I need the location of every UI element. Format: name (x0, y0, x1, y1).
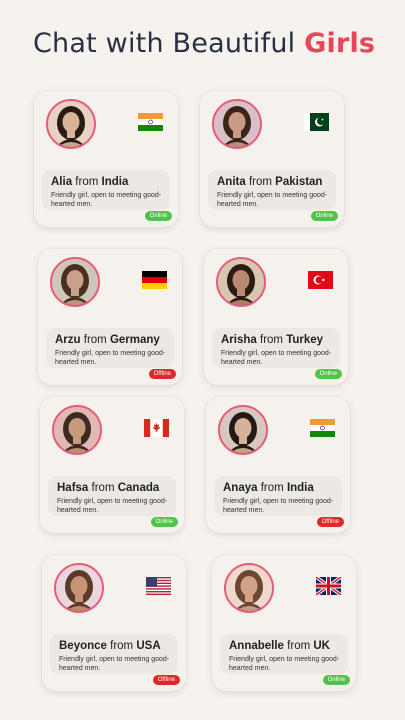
profile-name-line: Arisha from Turkey (221, 334, 323, 346)
profile-name-line: Anaya from India (223, 482, 314, 494)
profile-name: Hafsa (57, 482, 89, 494)
from-word: from (248, 176, 272, 188)
profile-description: Friendly girl, open to meeting good-hear… (59, 656, 170, 672)
from-word: from (260, 334, 283, 346)
pakistan-flag-icon (304, 113, 329, 131)
profile-country: Pakistan (275, 176, 323, 188)
germany-flag-icon (142, 271, 167, 289)
profile-name: Anaya (223, 482, 258, 494)
profile-country: USA (136, 640, 161, 652)
avatar[interactable] (52, 405, 102, 455)
profile-info: Hafsa from Canada Friendly girl, open to … (48, 476, 176, 516)
from-word: from (91, 482, 115, 494)
status-badge: Online (314, 369, 342, 379)
from-word: from (260, 482, 284, 494)
profile-name: Beyonce (59, 640, 107, 652)
profile-info: Arisha from Turkey Friendly girl, open to… (212, 328, 340, 368)
avatar[interactable] (216, 257, 266, 307)
profile-description: Friendly girl, open to meeting good-hear… (217, 192, 328, 208)
from-word: from (287, 640, 311, 652)
status-badge: Online (310, 211, 338, 221)
profile-description: Friendly girl, open to meeting good-hear… (223, 498, 334, 514)
profile-country: Germany (109, 334, 160, 346)
profile-description: Friendly girl, open to meeting good-hear… (51, 192, 162, 208)
profile-country: Turkey (286, 334, 324, 346)
profile-name-line: Hafsa from Canada (57, 482, 159, 494)
profile-description: Friendly girl, open to meeting good-hear… (229, 656, 340, 672)
india-flag-icon (138, 113, 163, 131)
profile-name-line: Beyonce from USA (59, 640, 161, 652)
status-badge: Online (144, 211, 172, 221)
profile-country: UK (313, 640, 330, 652)
avatar[interactable] (218, 405, 268, 455)
profile-name-line: Arzu from Germany (55, 334, 160, 346)
profile-card[interactable]: Annabelle from UK Friendly girl, open to … (212, 555, 356, 691)
profile-name-line: Annabelle from UK (229, 640, 330, 652)
profile-info: Anita from Pakistan Friendly girl, open t… (208, 170, 336, 210)
profile-description: Friendly girl, open to meeting good-hear… (221, 350, 332, 366)
profile-name: Arisha (221, 334, 257, 346)
profile-info: Beyonce from USA Friendly girl, open to m… (50, 634, 178, 674)
profile-name: Arzu (55, 334, 81, 346)
title-prefix: Chat with Beautiful (33, 28, 296, 59)
profile-name-line: Anita from Pakistan (217, 176, 322, 188)
profile-info: Arzu from Germany Friendly girl, open to … (46, 328, 174, 368)
profile-card[interactable]: Alia from India Friendly girl, open to me… (34, 91, 178, 227)
status-badge: Online (322, 675, 350, 685)
profile-name: Alia (51, 176, 73, 188)
profile-info: Annabelle from UK Friendly girl, open to … (220, 634, 348, 674)
profile-description: Friendly girl, open to meeting good-hear… (57, 498, 168, 514)
profile-card[interactable]: Hafsa from Canada Friendly girl, open to … (40, 397, 184, 533)
profile-card[interactable]: Arisha from Turkey Friendly girl, open to… (204, 249, 348, 385)
profile-country: Canada (117, 482, 160, 494)
title-accent: Girls (304, 28, 376, 59)
uk-flag-icon (316, 577, 341, 595)
profile-name: Annabelle (229, 640, 284, 652)
avatar[interactable] (54, 563, 104, 613)
status-badge: Online (150, 517, 178, 527)
from-word: from (83, 334, 107, 346)
profile-card[interactable]: Beyonce from USA Friendly girl, open to m… (42, 555, 186, 691)
profile-card[interactable]: Anita from Pakistan Friendly girl, open t… (200, 91, 344, 227)
profile-info: Alia from India Friendly girl, open to me… (42, 170, 170, 210)
status-badge: Offline (316, 517, 344, 527)
from-word: from (110, 640, 134, 652)
page-title: Chat with Beautiful Girls (33, 28, 375, 59)
usa-flag-icon (146, 577, 171, 595)
profile-card[interactable]: Anaya from India Friendly girl, open to m… (206, 397, 350, 533)
profile-description: Friendly girl, open to meeting good-hear… (55, 350, 166, 366)
from-word: from (75, 176, 99, 188)
profile-country: India (101, 176, 129, 188)
status-badge: Offline (152, 675, 180, 685)
india-flag-icon (310, 419, 335, 437)
avatar[interactable] (224, 563, 274, 613)
avatar[interactable] (46, 99, 96, 149)
profile-name-line: Alia from India (51, 176, 128, 188)
profile-card[interactable]: Arzu from Germany Friendly girl, open to … (38, 249, 182, 385)
canada-flag-icon (144, 419, 169, 437)
avatar[interactable] (212, 99, 262, 149)
profile-info: Anaya from India Friendly girl, open to m… (214, 476, 342, 516)
turkey-flag-icon (308, 271, 333, 289)
status-badge: Offline (148, 369, 176, 379)
profile-name: Anita (217, 176, 246, 188)
avatar[interactable] (50, 257, 100, 307)
profile-country: India (286, 482, 314, 494)
